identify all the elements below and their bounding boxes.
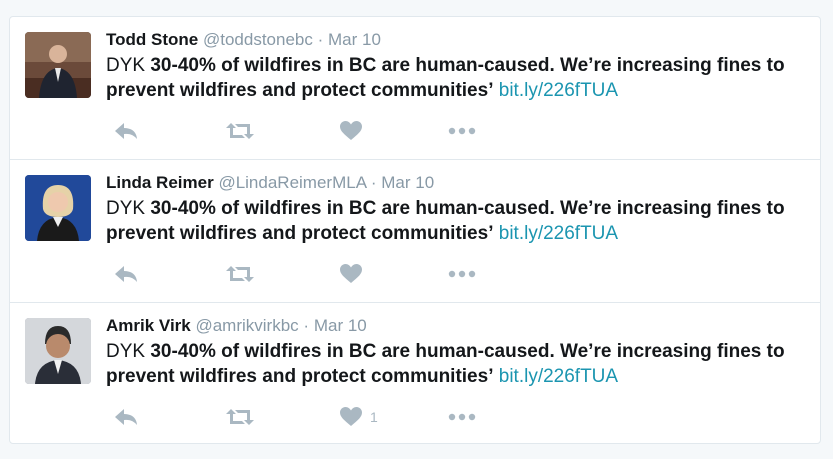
avatar[interactable] (25, 175, 91, 241)
tweet-link[interactable]: bit.ly/226fTUA (499, 80, 618, 101)
retweet-icon (226, 123, 254, 139)
reply-icon (115, 123, 137, 139)
tweet-author-name[interactable]: Todd Stone (106, 30, 198, 49)
tweet-actions (106, 262, 506, 286)
tweet-author-handle[interactable]: @LindaReimerMLA (218, 173, 366, 192)
retweet-button[interactable] (226, 405, 254, 429)
tweet-text-bold: 30-40% of wildfires in BC are human-caus… (106, 55, 785, 101)
retweet-icon (226, 266, 254, 282)
avatar-image (25, 32, 91, 98)
tweet[interactable]: Todd Stone @toddstonebc · Mar 10 DYK 30-… (10, 17, 820, 160)
tweet[interactable]: Linda Reimer @LindaReimerMLA · Mar 10 DY… (10, 160, 820, 303)
more-button[interactable] (448, 405, 476, 429)
like-count: 1 (370, 409, 378, 425)
like-button[interactable] (340, 119, 370, 143)
reply-button[interactable] (114, 262, 138, 286)
retweet-button[interactable] (226, 119, 254, 143)
tweet-link[interactable]: bit.ly/226fTUA (499, 223, 618, 244)
retweet-button[interactable] (226, 262, 254, 286)
separator-dot: · (370, 173, 377, 192)
tweet-author-name[interactable]: Amrik Virk (106, 316, 191, 335)
tweet-timestamp[interactable]: Mar 10 (328, 30, 381, 49)
tweet-link[interactable]: bit.ly/226fTUA (499, 366, 618, 387)
reply-icon (115, 266, 137, 282)
tweet[interactable]: Amrik Virk @amrikvirkbc · Mar 10 DYK 30-… (10, 303, 820, 443)
tweet-text-bold: 30-40% of wildfires in BC are human-caus… (106, 341, 785, 387)
like-button[interactable]: 1 (340, 405, 378, 429)
reply-button[interactable] (114, 119, 138, 143)
heart-icon (340, 121, 362, 140)
tweet-text-bold: 30-40% of wildfires in BC are human-caus… (106, 198, 785, 244)
tweet-timestamp[interactable]: Mar 10 (381, 173, 434, 192)
avatar-image (25, 318, 91, 384)
tweet-actions (106, 119, 506, 143)
tweet-timestamp[interactable]: Mar 10 (314, 316, 367, 335)
tweet-timeline: Todd Stone @toddstonebc · Mar 10 DYK 30-… (9, 16, 821, 444)
separator-dot: · (317, 30, 324, 49)
more-button[interactable] (448, 119, 476, 143)
avatar[interactable] (25, 32, 91, 98)
tweet-text-prefix: DYK (106, 341, 151, 362)
heart-icon (340, 264, 362, 283)
more-dots-icon (448, 127, 476, 135)
tweet-author-handle[interactable]: @toddstonebc (203, 30, 313, 49)
like-button[interactable] (340, 262, 370, 286)
tweet-actions: 1 (106, 405, 506, 429)
more-dots-icon (448, 270, 476, 278)
tweet-text: DYK 30-40% of wildfires in BC are human-… (106, 53, 810, 103)
reply-button[interactable] (114, 405, 138, 429)
separator-dot: · (303, 316, 310, 335)
heart-icon (340, 407, 362, 426)
reply-icon (115, 409, 137, 425)
tweet-text-prefix: DYK (106, 198, 151, 219)
more-button[interactable] (448, 262, 476, 286)
avatar-image (25, 175, 91, 241)
tweet-text: DYK 30-40% of wildfires in BC are human-… (106, 196, 810, 246)
retweet-icon (226, 409, 254, 425)
tweet-text: DYK 30-40% of wildfires in BC are human-… (106, 339, 810, 389)
tweet-text-prefix: DYK (106, 55, 151, 76)
tweet-author-name[interactable]: Linda Reimer (106, 173, 214, 192)
more-dots-icon (448, 413, 476, 421)
tweet-author-handle[interactable]: @amrikvirkbc (195, 316, 298, 335)
avatar[interactable] (25, 318, 91, 384)
